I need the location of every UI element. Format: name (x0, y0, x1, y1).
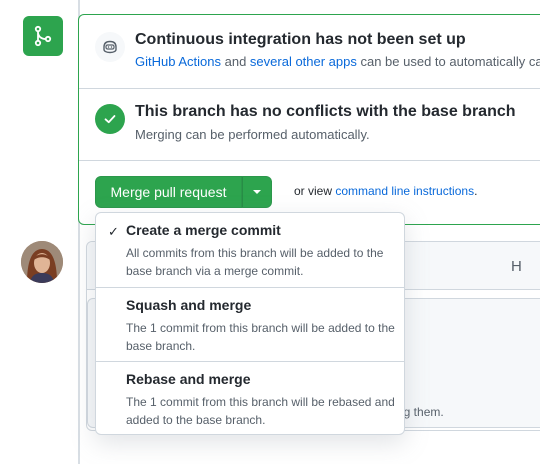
merge-option-description: The 1 commit from this branch will be ad… (126, 321, 395, 353)
heading-button[interactable]: H (511, 258, 522, 275)
copilot-bot-icon (103, 40, 117, 54)
no-conflicts-description: Merging can be performed automatically. (135, 127, 370, 142)
merge-option-description: The 1 commit from this branch will be re… (126, 395, 395, 427)
avatar[interactable] (21, 241, 63, 283)
period-text: . (474, 184, 478, 198)
ci-title: Continuous integration has not been set … (135, 31, 466, 48)
merge-option-title: Rebase and merge (126, 371, 251, 387)
command-line-instructions-link[interactable]: command line instructions (335, 184, 474, 198)
ci-icon-wrapper (95, 32, 125, 62)
git-merge-icon (34, 25, 52, 47)
merge-box: Continuous integration has not been set … (78, 14, 540, 225)
user-avatar-image (21, 241, 63, 283)
or-view-text: or view (294, 184, 336, 198)
section-divider (79, 160, 540, 161)
triangle-down-icon (253, 190, 261, 194)
check-icon: ✓ (108, 224, 119, 239)
merge-method-menu: ✓ Create a merge commit All commits from… (95, 212, 405, 435)
command-line-hint: or view command line instructions. (294, 184, 477, 198)
merge-option-title: Squash and merge (126, 297, 252, 313)
check-circle-icon (95, 104, 125, 134)
github-actions-link[interactable]: GitHub Actions (135, 54, 221, 69)
ci-text-rest: can be used to automatically ca (356, 54, 540, 69)
merge-method-dropdown-toggle[interactable] (242, 176, 272, 208)
merge-option-rebase-and-merge[interactable]: Rebase and merge The 1 commit from this … (96, 361, 404, 435)
merge-pull-request-button[interactable]: Merge pull request (95, 176, 242, 208)
other-apps-link[interactable]: several other apps (250, 54, 357, 69)
merge-option-title: Create a merge commit (126, 222, 281, 238)
merge-option-squash-and-merge[interactable]: Squash and merge The 1 commit from this … (96, 287, 404, 361)
merge-option-description: All commits from this branch will be add… (126, 246, 384, 278)
merge-status-badge (23, 16, 63, 56)
merge-button-group: Merge pull request (95, 176, 272, 208)
section-divider (79, 88, 540, 89)
check-icon (104, 115, 116, 124)
ci-description: GitHub Actions and several other apps ca… (135, 54, 540, 69)
ci-text-and: and (221, 54, 250, 69)
merge-option-create-merge-commit[interactable]: ✓ Create a merge commit All commits from… (96, 213, 404, 287)
no-conflicts-title: This branch has no conflicts with the ba… (135, 103, 516, 120)
